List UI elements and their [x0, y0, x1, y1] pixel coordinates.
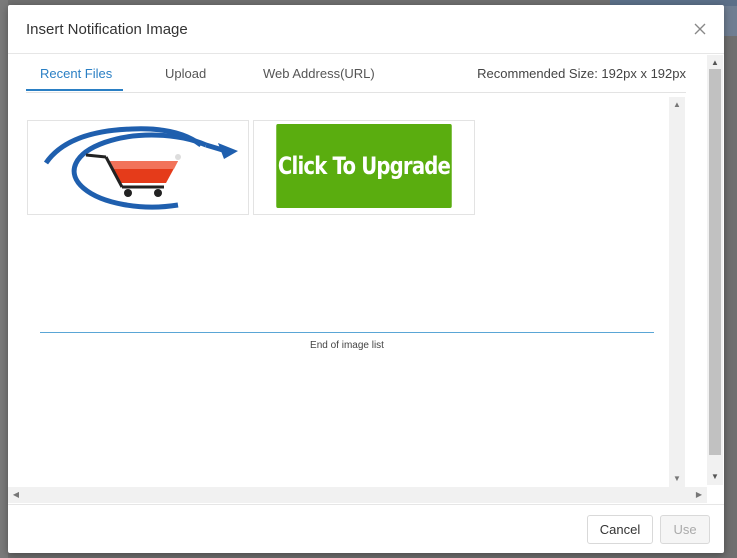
- active-tab-indicator: [26, 89, 123, 91]
- scroll-right-arrow-icon[interactable]: ▶: [693, 489, 705, 501]
- image-thumbnail-upgrade[interactable]: Click To Upgrade: [253, 120, 475, 215]
- scroll-up-arrow-icon[interactable]: ▲: [709, 57, 721, 69]
- dialog-footer: Cancel Use: [8, 504, 724, 554]
- background-button: [724, 6, 737, 36]
- dialog-scrollbar-thumb[interactable]: [709, 69, 721, 455]
- recommended-size-label: Recommended Size: 192px x 192px: [477, 66, 686, 81]
- upgrade-image-text: Click To Upgrade: [276, 124, 452, 208]
- image-list-scrollbar[interactable]: ▲ ▼: [669, 97, 685, 487]
- close-button[interactable]: [690, 19, 710, 39]
- dialog-title: Insert Notification Image: [26, 21, 188, 38]
- tab-upload[interactable]: Upload: [165, 66, 206, 81]
- tab-bar: Recent Files Upload Web Address(URL) Rec…: [26, 54, 686, 93]
- list-end-divider: [40, 332, 654, 333]
- shopping-cart-refresh-icon: [43, 126, 238, 210]
- list-end-text: End of image list: [310, 340, 384, 351]
- tab-recent-files[interactable]: Recent Files: [40, 66, 112, 81]
- scroll-down-arrow-icon[interactable]: ▼: [709, 471, 721, 483]
- image-thumbnail-cart[interactable]: [27, 120, 249, 215]
- tab-web-address[interactable]: Web Address(URL): [263, 66, 375, 81]
- insert-image-dialog: Insert Notification Image Recent Files U…: [8, 5, 724, 553]
- cancel-button[interactable]: Cancel: [587, 515, 653, 544]
- list-scroll-down-arrow-icon[interactable]: ▼: [671, 473, 683, 485]
- image-list-horizontal-scrollbar[interactable]: ◀ ▶: [8, 487, 707, 503]
- use-button[interactable]: Use: [660, 515, 710, 544]
- scroll-left-arrow-icon[interactable]: ◀: [10, 489, 22, 501]
- dialog-header: Insert Notification Image: [8, 5, 724, 54]
- close-icon: [694, 23, 706, 35]
- list-scroll-up-arrow-icon[interactable]: ▲: [671, 99, 683, 111]
- background-page: [0, 0, 8, 558]
